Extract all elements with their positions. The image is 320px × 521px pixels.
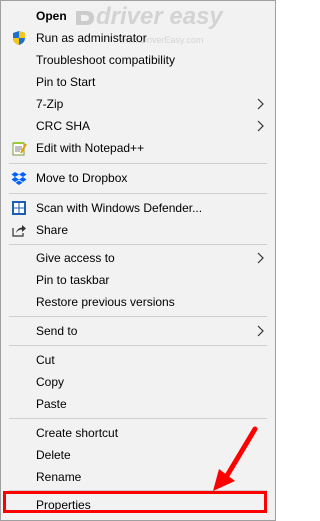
- menu-separator: [9, 345, 267, 346]
- menu-item-label: 7-Zip: [36, 97, 64, 111]
- menu-item-label: Run as administrator: [36, 31, 147, 45]
- menu-item-label: Pin to taskbar: [36, 273, 110, 287]
- menu-item-label: Pin to Start: [36, 75, 96, 89]
- menu-item-paste[interactable]: Paste: [1, 393, 275, 415]
- uac-shield-icon: [13, 31, 25, 45]
- menu-item-troubleshoot-compatibility[interactable]: Troubleshoot compatibility: [1, 49, 275, 71]
- menu-separator: [9, 193, 267, 194]
- menu-separator: [9, 244, 267, 245]
- menu-item-label: Paste: [36, 397, 67, 411]
- menu-item-share[interactable]: Share: [1, 219, 275, 241]
- menu-item-cut[interactable]: Cut: [1, 349, 275, 371]
- menu-item-pin-to-start[interactable]: Pin to Start: [1, 71, 275, 93]
- share-icon: [12, 225, 26, 237]
- notepad-plus-plus-icon: [12, 142, 27, 156]
- menu-item-move-to-dropbox[interactable]: Move to Dropbox: [1, 167, 275, 189]
- red-arrow-icon: [213, 426, 258, 491]
- chevron-right-icon: [257, 325, 264, 337]
- menu-item-label: CRC SHA: [36, 119, 91, 133]
- windows-defender-icon: [12, 201, 26, 215]
- chevron-right-icon: [257, 120, 264, 132]
- menu-item-label: Move to Dropbox: [36, 171, 128, 185]
- chevron-right-icon: [257, 98, 264, 110]
- menu-separator: [9, 418, 267, 419]
- menu-item-label: Cut: [36, 353, 55, 367]
- menu-item-label: Troubleshoot compatibility: [36, 53, 175, 67]
- menu-item-crc-sha[interactable]: CRC SHA: [1, 115, 275, 137]
- menu-item-run-as-administrator[interactable]: Run as administrator: [1, 27, 275, 49]
- menu-item-open[interactable]: Open: [1, 5, 275, 27]
- menu-separator: [9, 163, 267, 164]
- menu-item-copy[interactable]: Copy: [1, 371, 275, 393]
- menu-item-restore-previous-versions[interactable]: Restore previous versions: [1, 291, 275, 313]
- menu-separator: [9, 316, 267, 317]
- menu-item-edit-with-notepad-plus-plus[interactable]: Edit with Notepad++: [1, 137, 275, 159]
- menu-item-label: Edit with Notepad++: [36, 141, 145, 155]
- menu-item-scan-with-windows-defender[interactable]: Scan with Windows Defender...: [1, 197, 275, 219]
- chevron-right-icon: [257, 252, 264, 264]
- dropbox-icon: [11, 172, 27, 185]
- menu-item-7zip[interactable]: 7-Zip: [1, 93, 275, 115]
- menu-item-label: Delete: [36, 448, 71, 462]
- menu-item-label: Create shortcut: [36, 426, 119, 440]
- menu-item-pin-to-taskbar[interactable]: Pin to taskbar: [1, 269, 275, 291]
- menu-item-label: Share: [36, 223, 69, 237]
- menu-item-label: Restore previous versions: [36, 295, 175, 309]
- menu-item-send-to[interactable]: Send to: [1, 320, 275, 342]
- menu-item-label: Rename: [36, 470, 82, 484]
- menu-item-label: Scan with Windows Defender...: [36, 201, 203, 215]
- menu-item-label: Open: [36, 9, 67, 23]
- menu-item-label: Send to: [36, 324, 78, 338]
- menu-item-label: Copy: [36, 375, 65, 389]
- menu-item-label: Give access to: [36, 251, 115, 265]
- menu-item-give-access-to[interactable]: Give access to: [1, 247, 275, 269]
